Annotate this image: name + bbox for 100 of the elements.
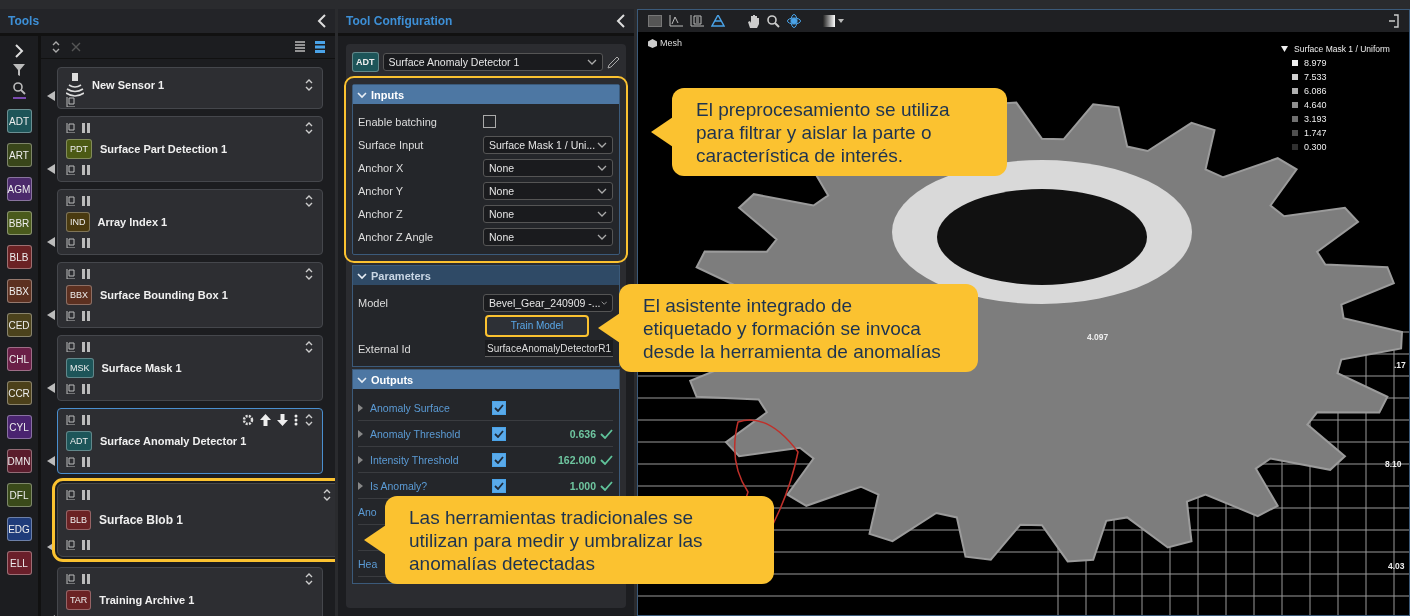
- tool-palette-button[interactable]: ELL: [6, 551, 32, 575]
- expand-collapse-icon[interactable]: [304, 573, 314, 585]
- expand-collapse-icon[interactable]: [304, 268, 314, 280]
- output-value: 162.000: [558, 453, 596, 466]
- expand-collapse-icon[interactable]: [322, 489, 332, 501]
- output-label[interactable]: Anomaly Threshold: [370, 427, 461, 440]
- tool-palette-button[interactable]: DFL: [6, 483, 32, 507]
- tool-card[interactable]: BBX Surface Bounding Box 1: [57, 262, 323, 328]
- tool-badge: BBX: [66, 285, 92, 305]
- caret-icon[interactable]: [1281, 46, 1288, 52]
- tool-palette-button[interactable]: BLB: [6, 245, 32, 269]
- detail-view-icon[interactable]: [315, 41, 325, 53]
- field-label: Anchor Z Angle: [358, 230, 434, 243]
- list-view-icon[interactable]: [295, 41, 305, 53]
- filter-icon[interactable]: [13, 64, 25, 76]
- dropdown[interactable]: None: [483, 227, 613, 246]
- tool-badge: IND: [66, 212, 90, 232]
- train-model-button[interactable]: Train Model: [485, 314, 589, 337]
- collapse-icon[interactable]: [317, 14, 327, 28]
- tool-card[interactable]: New Sensor 1: [57, 67, 323, 109]
- expand-collapse-icon[interactable]: [304, 122, 314, 134]
- arrow-up-icon[interactable]: [260, 414, 271, 426]
- checkbox[interactable]: [492, 400, 506, 415]
- tool-palette-button[interactable]: AGM: [6, 177, 32, 201]
- port-icon: [66, 311, 76, 321]
- expand-collapse-icon[interactable]: [304, 341, 314, 353]
- output-value: 1.000: [569, 479, 596, 492]
- section-header[interactable]: Inputs: [353, 85, 619, 104]
- legend-value: 8.979: [1304, 58, 1327, 68]
- fullscreen-icon[interactable]: [1389, 14, 1399, 28]
- dropdown[interactable]: Bevel_Gear_240909 -...: [483, 293, 613, 312]
- output-label[interactable]: Hea: [358, 557, 378, 570]
- tool-palette-button[interactable]: ART: [6, 143, 32, 167]
- dropdown[interactable]: None: [483, 181, 613, 200]
- output-label[interactable]: Intensity Threshold: [370, 453, 459, 466]
- input-field[interactable]: SurfaceAnomalyDetectorR1: [485, 340, 613, 357]
- tool-palette-button[interactable]: ADT: [6, 109, 32, 133]
- more-icon[interactable]: [294, 414, 298, 426]
- port-icon: [66, 123, 76, 133]
- output-label[interactable]: Anomaly Surface: [370, 401, 450, 414]
- gradient-dropdown-icon[interactable]: [823, 15, 845, 27]
- expand-collapse-icon[interactable]: [304, 79, 314, 91]
- section-header[interactable]: Outputs: [353, 370, 619, 389]
- chevron-down-icon: [600, 299, 607, 306]
- collapse-icon[interactable]: [616, 14, 626, 28]
- checkbox[interactable]: [492, 426, 506, 441]
- tool-palette-button[interactable]: CHL: [6, 347, 32, 371]
- section-header[interactable]: Parameters: [353, 266, 619, 285]
- dropdown[interactable]: None: [483, 158, 613, 177]
- tool-palette-button[interactable]: CED: [6, 313, 32, 337]
- tool-card[interactable]: IND Array Index 1: [57, 189, 323, 255]
- connector-icon: [47, 310, 55, 320]
- connector-icon: [47, 456, 55, 466]
- connector-icon: [47, 237, 55, 247]
- checkbox[interactable]: [492, 478, 506, 493]
- legend-title: Surface Mask 1 / Uniform: [1294, 44, 1390, 54]
- dropdown[interactable]: None: [483, 204, 613, 223]
- mesh-icon[interactable]: [711, 15, 725, 27]
- check-icon: [600, 480, 613, 491]
- tool-name: Surface Bounding Box 1: [100, 289, 228, 301]
- expand-collapse-icon[interactable]: [304, 195, 314, 207]
- output-label[interactable]: Is Anomaly?: [370, 479, 428, 492]
- tool-card[interactable]: PDT Surface Part Detection 1: [57, 116, 323, 182]
- hand-icon[interactable]: [747, 14, 760, 28]
- tool-palette-button[interactable]: EDG: [6, 517, 32, 541]
- sensor-icon: [66, 73, 84, 97]
- tool-badge: ADT: [66, 431, 92, 451]
- output-label[interactable]: Ano: [358, 505, 377, 518]
- expand-icon[interactable]: [14, 44, 24, 58]
- checkbox[interactable]: [492, 452, 506, 467]
- search-icon[interactable]: [12, 82, 26, 99]
- field-label: Anchor X: [358, 161, 404, 174]
- panel-title: Tools: [8, 14, 41, 28]
- chart-icon[interactable]: [669, 15, 683, 27]
- tool-card[interactable]: MSK Surface Mask 1: [57, 335, 323, 401]
- tool-name: Surface Part Detection 1: [100, 143, 228, 155]
- expand-collapse-icon[interactable]: [51, 41, 61, 53]
- tool-dropdown[interactable]: Surface Anomaly Detector 1: [382, 53, 603, 71]
- bars-icon: [82, 574, 90, 584]
- expand-collapse-icon[interactable]: [304, 414, 314, 426]
- tool-card[interactable]: TAR Training Archive 1: [57, 567, 323, 616]
- tool-palette-button[interactable]: BBX: [6, 279, 32, 303]
- bars-icon: [82, 384, 90, 394]
- tool-palette-button[interactable]: DMN: [6, 449, 32, 473]
- tool-palette-button[interactable]: CYL: [6, 415, 32, 439]
- legend-value: 3.193: [1304, 114, 1327, 124]
- bars-icon: [82, 415, 90, 425]
- tool-card[interactable]: ADT Surface Anomaly Detector 1: [57, 408, 323, 474]
- zoom-icon[interactable]: [767, 14, 780, 28]
- dropdown[interactable]: Surface Mask 1 / Uni...: [483, 135, 613, 154]
- ruler-icon[interactable]: [690, 15, 704, 27]
- callout-tooltip: Las herramientas tradicionales se utilizan para medir y umbralizar las anomalías detectadas: [385, 496, 774, 584]
- tool-palette-button[interactable]: CCR: [6, 381, 32, 405]
- pencil-icon[interactable]: [607, 55, 620, 69]
- port-icon: [66, 97, 76, 107]
- orbit-icon[interactable]: [787, 14, 801, 28]
- tool-palette-button[interactable]: BBR: [6, 211, 32, 235]
- arrow-down-icon[interactable]: [277, 414, 288, 426]
- port-icon: [66, 269, 76, 279]
- checkbox[interactable]: [483, 115, 496, 128]
